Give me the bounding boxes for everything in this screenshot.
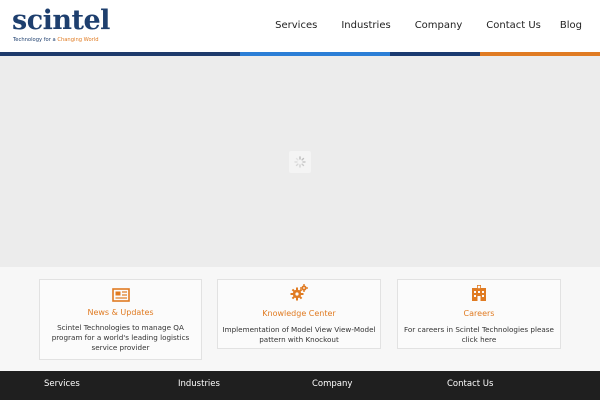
- feature-text: Implementation of Model View View-Model …: [222, 325, 376, 344]
- feature-knowledge-center[interactable]: Knowledge Center Implementation of Model…: [217, 279, 381, 349]
- logo-wordmark: scintel: [12, 5, 110, 36]
- nav-services[interactable]: Services: [263, 0, 329, 52]
- spinner-icon: [289, 151, 311, 173]
- tagline-accent: Changing World: [57, 37, 99, 43]
- footer-heading-industries: Industries: [178, 379, 220, 389]
- nav-contact-us[interactable]: Contact Us: [474, 0, 553, 52]
- tagline-start: Technology for a: [13, 37, 58, 43]
- scintel-logo[interactable]: scintel Technology for a Changing World: [12, 6, 110, 48]
- feature-title: Knowledge Center: [262, 309, 336, 318]
- feature-text: For careers in Scintel Technologies plea…: [404, 325, 554, 344]
- main-nav: Services Industries Company Contact Us B…: [263, 0, 600, 52]
- footer-heading-contact-us: Contact Us: [447, 379, 494, 389]
- feature-title: Careers: [463, 309, 495, 318]
- nav-blog[interactable]: Blog: [553, 0, 600, 52]
- footer-heading-services: Services: [44, 379, 80, 389]
- feature-news-updates[interactable]: News & Updates Scintel Technologies to m…: [39, 279, 202, 360]
- gears-icon: [289, 283, 309, 303]
- feature-title: News & Updates: [87, 308, 154, 317]
- newspaper-icon: [111, 285, 131, 305]
- building-icon: [469, 283, 489, 303]
- nav-industries[interactable]: Industries: [329, 0, 402, 52]
- feature-section: News & Updates Scintel Technologies to m…: [0, 267, 600, 371]
- footer-heading-company: Company: [312, 379, 353, 389]
- logo-tagline: Technology for a Changing World: [13, 37, 99, 43]
- feature-text: Scintel Technologies to manage QA progra…: [51, 323, 190, 352]
- hero-slider: [0, 56, 600, 267]
- feature-careers[interactable]: Careers For careers in Scintel Technolog…: [397, 279, 561, 349]
- nav-company[interactable]: Company: [403, 0, 475, 52]
- site-footer: Services Industries Company Contact Us: [0, 371, 600, 400]
- site-header: scintel Technology for a Changing World …: [0, 0, 600, 52]
